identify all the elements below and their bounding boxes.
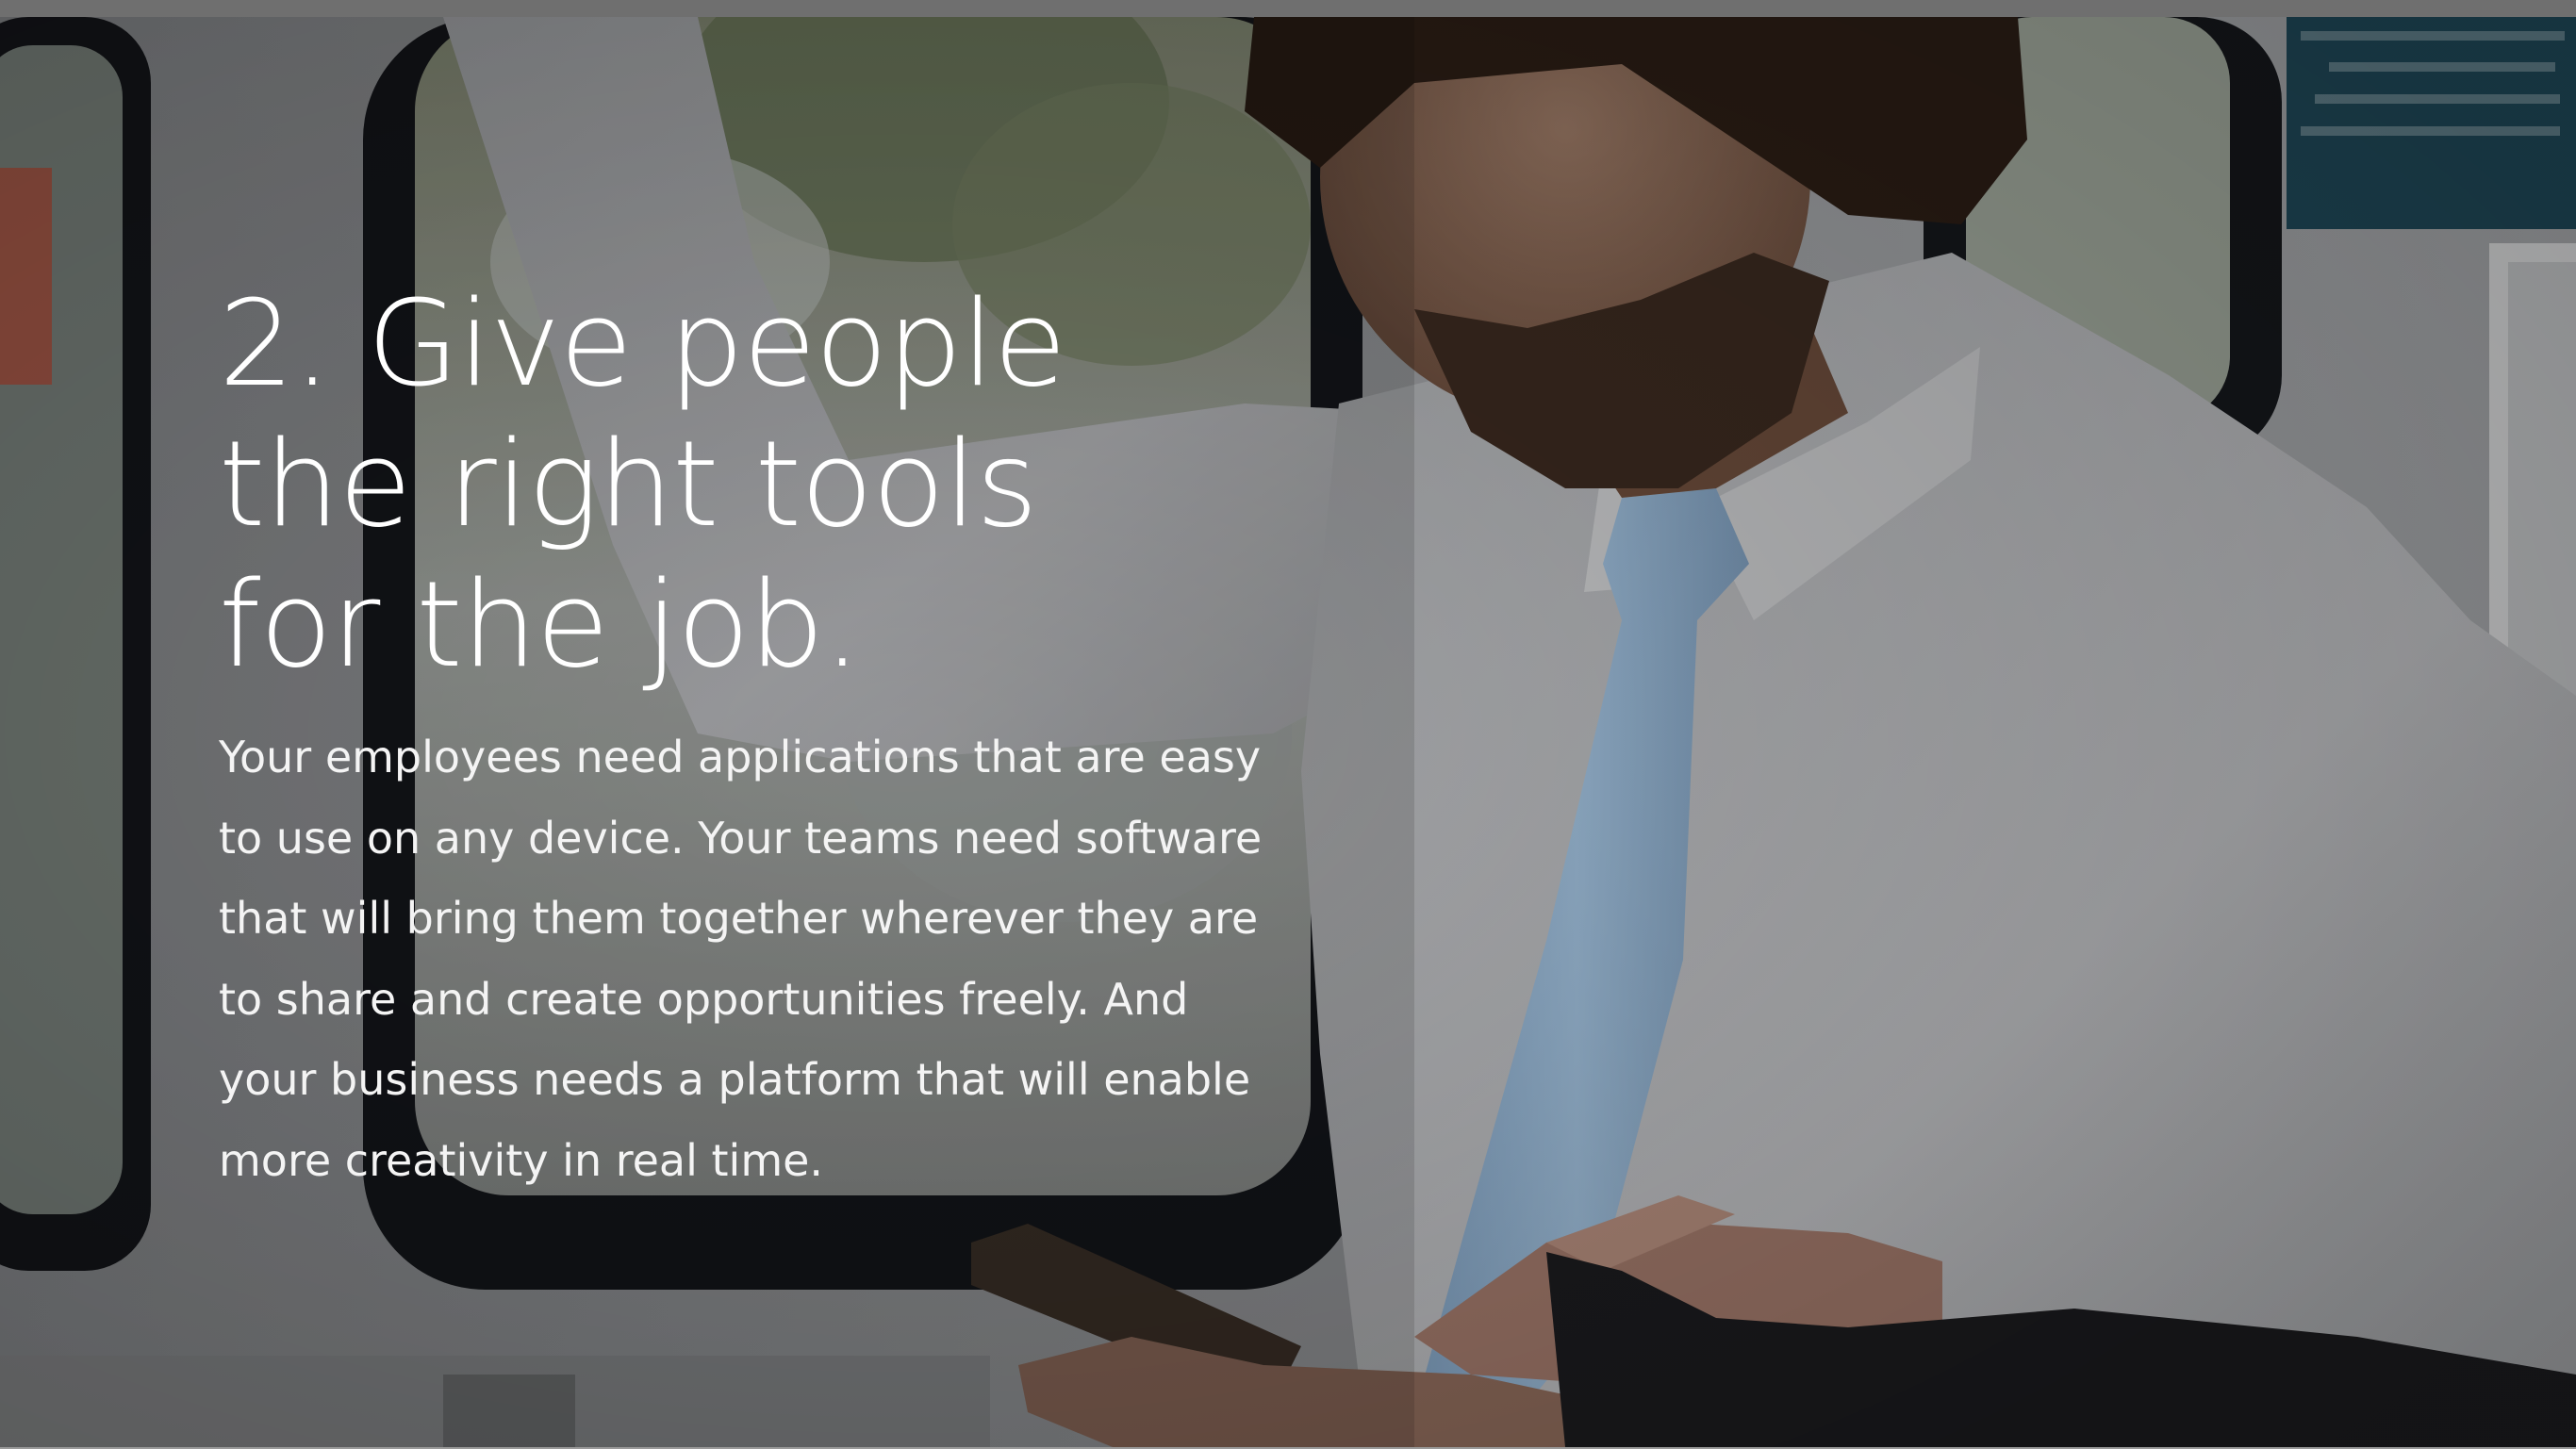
body-line: Your employees need applications that ar…	[219, 732, 1262, 782]
slide-body-text: Your employees need applications that ar…	[219, 717, 1369, 1201]
body-line: to share and create opportunities freely…	[219, 973, 1189, 1025]
headline-line: 2. Give people	[219, 274, 1066, 413]
body-line: more creativity in real time.	[219, 1134, 824, 1186]
slide: 2. Give people the right tools for the j…	[0, 0, 2576, 1449]
headline-line: the right tools	[219, 415, 1038, 553]
slide-text-block: 2. Give people the right tools for the j…	[219, 273, 1369, 1201]
body-line: to use on any device. Your teams need so…	[219, 812, 1263, 864]
top-border	[0, 0, 2576, 17]
body-line: your business needs a platform that will…	[219, 1054, 1251, 1105]
body-line: that will bring them together wherever t…	[219, 893, 1259, 944]
slide-headline: 2. Give people the right tools for the j…	[219, 273, 1369, 695]
headline-line: for the job.	[219, 555, 861, 694]
